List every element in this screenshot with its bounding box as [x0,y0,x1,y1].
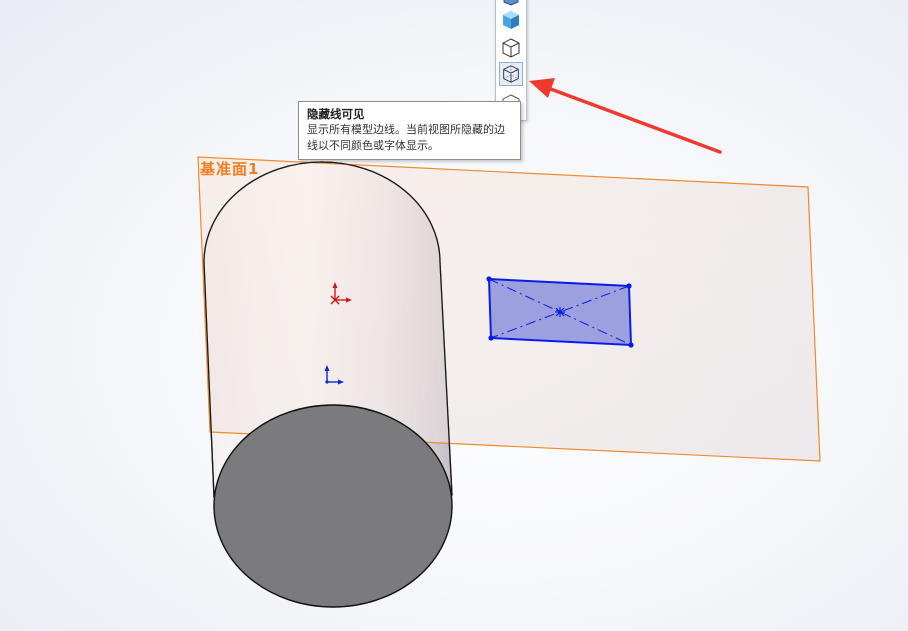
model-scene[interactable] [0,0,908,631]
wireframe-cube-icon [502,38,520,58]
annotation-arrow [529,78,722,154]
tooltip: 隐藏线可见 显示所有模型边线。当前视图所隐藏的边线以不同颜色或字体显示。 [298,101,521,160]
hidden-lines-visible-button[interactable] [499,62,523,86]
sketch-rectangle[interactable] [486,276,634,348]
shaded-icon [503,11,519,29]
graphics-viewport[interactable]: 基准面1 隐藏线可见 显示所有模型边线。当前视图所隐藏的边线以不同颜色或字体显示… [0,0,908,631]
hidden-lines-visible-icon [503,65,519,83]
wireframe-button[interactable] [499,36,523,60]
cylinder-end-face[interactable] [213,404,453,608]
plane-label[interactable]: 基准面1 [200,158,259,179]
shaded-button[interactable] [499,8,523,32]
tooltip-body: 显示所有模型边线。当前视图所隐藏的边线以不同颜色或字体显示。 [307,123,505,152]
tooltip-title: 隐藏线可见 [307,107,365,121]
